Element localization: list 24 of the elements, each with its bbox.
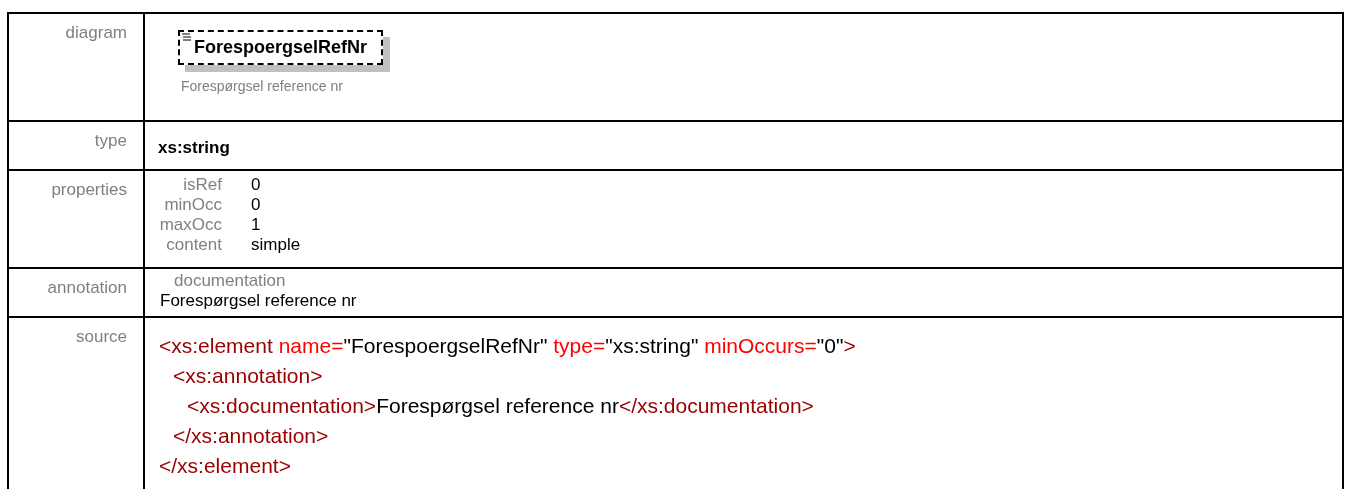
code-line: <xs:element name="ForespoergselRefNr" type="xs:string" minOccurs="0"> — [159, 333, 857, 359]
annotation-text: Forespørgsel reference nr — [160, 291, 358, 311]
property-name: maxOcc — [158, 215, 223, 235]
annotation-heading: documentation — [173, 271, 287, 291]
property-name: minOcc — [163, 195, 223, 215]
row-label: diagram — [65, 23, 127, 42]
row-label: source — [75, 327, 127, 346]
type-value: xs:string — [158, 138, 230, 157]
row-label: type — [94, 131, 127, 150]
property-name: isRef — [182, 175, 223, 195]
code-line: </xs:element> — [159, 453, 292, 479]
property-value: 0 — [251, 195, 261, 215]
code-line: <xs:documentation>Forespørgsel reference nr</xs:documentation> — [187, 393, 815, 419]
element-name: ForespoergselRefNr — [194, 37, 368, 57]
row-label: annotation — [47, 278, 127, 297]
property-value: simple — [251, 235, 301, 255]
property-value: 1 — [251, 215, 261, 235]
code-line: </xs:annotation> — [173, 423, 330, 449]
property-name: content — [165, 235, 223, 255]
property-value: 0 — [251, 175, 261, 195]
row-label: properties — [51, 180, 127, 199]
element-description: Forespørgsel reference nr — [181, 77, 344, 96]
code-line: <xs:annotation> — [173, 363, 324, 389]
list-icon — [182, 33, 191, 41]
